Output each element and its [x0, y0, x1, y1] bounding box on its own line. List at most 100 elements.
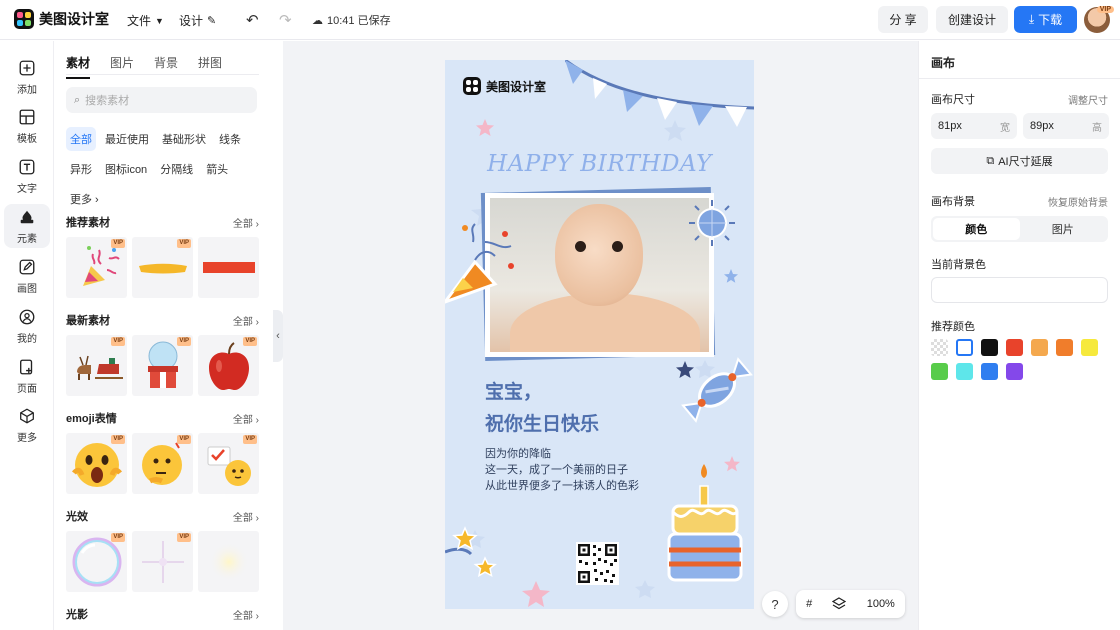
width-unit: 宽: [1000, 122, 1010, 134]
height-field[interactable]: 89px 高: [1023, 113, 1109, 139]
undo-icon[interactable]: ↶: [246, 11, 259, 29]
rail-item-mine[interactable]: 我的: [4, 304, 50, 348]
swatch-transparent[interactable]: [931, 339, 948, 356]
canvas-logo-text: 美图设计室: [486, 79, 547, 94]
section-view-all[interactable]: 全部 ›: [233, 411, 259, 426]
rail-item-more[interactable]: 更多: [4, 403, 50, 447]
file-menu[interactable]: 文件 ▼: [127, 12, 164, 29]
swatch-white[interactable]: [956, 339, 973, 356]
rail-item-add[interactable]: 添加: [4, 55, 50, 99]
swatch-green[interactable]: [931, 363, 948, 380]
rail-label-elements: 元素: [17, 233, 37, 245]
chip-all[interactable]: 全部: [66, 127, 96, 151]
ai-resize-icon: ⧉: [986, 154, 995, 167]
rail-item-elements[interactable]: 元素: [4, 204, 50, 248]
swatch-black[interactable]: [981, 339, 998, 356]
logo-mark-icon: [14, 9, 34, 29]
rail-item-templates[interactable]: 模板: [4, 104, 50, 148]
seg-color[interactable]: 颜色: [933, 218, 1020, 240]
canvas-title[interactable]: 宝宝， 祝你生日快乐: [485, 377, 599, 441]
asset-emoji-checklist[interactable]: VIP: [198, 433, 259, 494]
asset-emoji-shocked[interactable]: VIP: [66, 433, 127, 494]
swatch-purple[interactable]: [1006, 363, 1023, 380]
chip-more[interactable]: 更多 ›: [66, 187, 103, 211]
ai-extend-button[interactable]: ⧉ AI尺寸延展: [931, 148, 1108, 174]
swatch-light-orange[interactable]: [1031, 339, 1048, 356]
redo-icon[interactable]: ↷: [279, 11, 292, 29]
rail-item-pages[interactable]: 页面: [4, 354, 50, 398]
asset-red-apple[interactable]: VIP: [198, 335, 259, 396]
chip-icons[interactable]: 图标icon: [101, 157, 151, 181]
section-title: emoji表情: [66, 413, 117, 425]
rail-label-more: 更多: [17, 432, 37, 444]
search-placeholder: 搜索素材: [85, 95, 130, 107]
asset-party-popper[interactable]: VIP: [66, 237, 127, 298]
design-canvas[interactable]: 美图设计室 HAPPY BIRTHDAY 宝宝， 祝你生日快乐 因为你的降临 这…: [445, 60, 754, 609]
download-button[interactable]: ⤓ 下载: [1014, 6, 1077, 33]
search-input[interactable]: ⌕ 搜索素材: [66, 87, 257, 113]
asset-red-bar[interactable]: [198, 237, 259, 298]
asset-sparkle[interactable]: VIP: [132, 531, 193, 592]
help-button[interactable]: ?: [762, 591, 788, 617]
restore-bg-link[interactable]: 恢复原始背景: [1048, 194, 1108, 209]
width-field[interactable]: 81px 宽: [931, 113, 1017, 139]
properties-title: 画布: [931, 56, 956, 70]
tab-collage[interactable]: 拼图: [198, 54, 222, 79]
section-view-all[interactable]: 全部 ›: [233, 607, 259, 622]
canvas-size-label: 画布尺寸: [931, 94, 975, 106]
avatar[interactable]: VIP: [1084, 6, 1114, 33]
asset-yellow-stroke[interactable]: VIP: [132, 237, 193, 298]
chip-irregular[interactable]: 异形: [66, 157, 96, 181]
share-button[interactable]: 分 享: [878, 6, 928, 33]
tab-images[interactable]: 图片: [110, 54, 134, 79]
happy-birthday-heading[interactable]: HAPPY BIRTHDAY: [445, 151, 754, 177]
resize-link[interactable]: 调整尺寸: [1068, 92, 1108, 107]
baby-photo[interactable]: [485, 193, 714, 357]
chip-basic-shapes[interactable]: 基础形状: [158, 127, 210, 151]
swatch-cyan[interactable]: [956, 363, 973, 380]
properties-panel: 画布 画布尺寸 调整尺寸 81px 宽 89px 高 ⧉ AI尺寸延展 画布背景…: [918, 41, 1120, 630]
tab-backgrounds[interactable]: 背景: [154, 54, 178, 79]
tab-materials[interactable]: 素材: [66, 54, 91, 79]
rail-item-draw[interactable]: 画图: [4, 254, 50, 298]
qr-code[interactable]: [576, 542, 619, 585]
swatch-orange[interactable]: [1056, 339, 1073, 356]
asset-reindeer-sleigh[interactable]: VIP: [66, 335, 127, 396]
canvas-logo[interactable]: 美图设计室: [463, 77, 546, 95]
section-view-all[interactable]: 全部 ›: [233, 215, 259, 230]
chip-recent[interactable]: 最近使用: [101, 127, 153, 151]
swatch-blue[interactable]: [981, 363, 998, 380]
color-swatches: [931, 339, 1116, 380]
canvas-body-text[interactable]: 因为你的降临 这一天，成了一个美丽的日子 从此世界便多了一抹诱人的色彩: [485, 446, 639, 494]
chip-arrows[interactable]: 箭头: [202, 157, 232, 181]
asset-bubble[interactable]: VIP: [66, 531, 127, 592]
section-view-all[interactable]: 全部 ›: [233, 509, 259, 524]
design-menu[interactable]: 设计 ✎: [179, 12, 216, 29]
bunting-decoration: [565, 60, 754, 127]
grid-icon[interactable]: #: [806, 598, 812, 610]
brush-stroke-icon: [138, 263, 187, 273]
canvas-body-line3: 从此世界便多了一抹诱人的色彩: [485, 480, 639, 492]
shooting-stars-icon: [445, 526, 497, 578]
canvas-body-line2: 这一天，成了一个美丽的日子: [485, 464, 628, 476]
chip-lines[interactable]: 线条: [215, 127, 245, 151]
chip-dividers[interactable]: 分隔线: [156, 157, 197, 181]
app-logo[interactable]: 美图设计室: [14, 9, 109, 29]
zoom-level[interactable]: 100%: [867, 598, 895, 610]
editor-stage[interactable]: 美图设计室 HAPPY BIRTHDAY 宝宝， 祝你生日快乐 因为你的降临 这…: [283, 41, 918, 630]
current-bg-color[interactable]: [931, 277, 1108, 303]
seg-image[interactable]: 图片: [1020, 218, 1107, 240]
asset-glow[interactable]: [198, 531, 259, 592]
create-design-button[interactable]: 创建设计: [936, 6, 1008, 33]
rail-item-text[interactable]: 文字: [4, 154, 50, 198]
swatch-red[interactable]: [1006, 339, 1023, 356]
cloud-icon: ☁: [312, 14, 323, 27]
collapse-panel-button[interactable]: ‹: [273, 310, 283, 362]
asset-emoji-thinking[interactable]: VIP: [132, 433, 193, 494]
swatch-yellow[interactable]: [1081, 339, 1098, 356]
plus-square-icon: [19, 60, 35, 75]
layers-icon[interactable]: [832, 597, 847, 611]
asset-snow-globe-gift[interactable]: VIP: [132, 335, 193, 396]
download-label: 下载: [1038, 13, 1063, 27]
section-view-all[interactable]: 全部 ›: [233, 313, 259, 328]
